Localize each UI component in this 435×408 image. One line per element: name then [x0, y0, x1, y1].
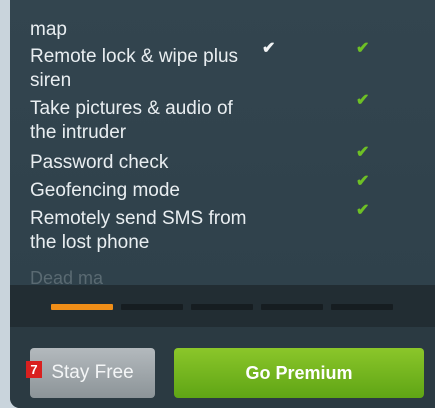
stay-free-button[interactable]: Stay Free [30, 348, 155, 398]
feature-row-password-check: Password check ✔ [30, 145, 430, 175]
feature-comparison-list: map Remote lock & wipe plus siren ✔ ✔ Ta… [10, 0, 435, 286]
go-premium-label: Go Premium [245, 362, 353, 383]
feature-label: Remote lock & wipe plus siren [30, 46, 239, 91]
go-premium-button[interactable]: Go Premium [174, 348, 424, 398]
stay-free-label: Stay Free [51, 362, 134, 383]
check-icon: ✔ [262, 40, 276, 57]
page-dot[interactable] [331, 304, 393, 310]
check-icon: ✔ [356, 202, 370, 219]
feature-label: Remotely send SMS from the lost phone [30, 208, 247, 253]
page-dot[interactable] [121, 304, 183, 310]
feature-row-remote-lock: Remote lock & wipe plus siren ✔ ✔ [30, 41, 430, 93]
feature-label: Geofencing mode [30, 180, 180, 201]
upgrade-dialog: map Remote lock & wipe plus siren ✔ ✔ Ta… [10, 0, 435, 408]
step-number-badge: 7 [26, 361, 42, 378]
check-icon: ✔ [356, 92, 370, 109]
check-icon: ✔ [356, 40, 370, 57]
action-bar: Stay Free Go Premium [10, 327, 435, 408]
page-dot[interactable] [261, 304, 323, 310]
feature-label: Take pictures & audio of the intruder [30, 98, 233, 143]
feature-row-intruder-capture: Take pictures & audio of the intruder ✔ [30, 93, 430, 145]
feature-row-map: map [30, 18, 430, 42]
page-indicator [10, 285, 435, 327]
feature-row-geofencing: Geofencing mode ✔ [30, 174, 430, 203]
feature-row-remote-sms: Remotely send SMS from the lost phone ✔ [30, 203, 430, 255]
check-icon: ✔ [356, 173, 370, 190]
feature-row-faded: Dead ma [30, 268, 104, 286]
feature-label: Password check [30, 152, 169, 173]
page-dot-active[interactable] [51, 304, 113, 310]
page-dot[interactable] [191, 304, 253, 310]
check-icon: ✔ [356, 144, 370, 161]
feature-label: map [30, 19, 67, 40]
